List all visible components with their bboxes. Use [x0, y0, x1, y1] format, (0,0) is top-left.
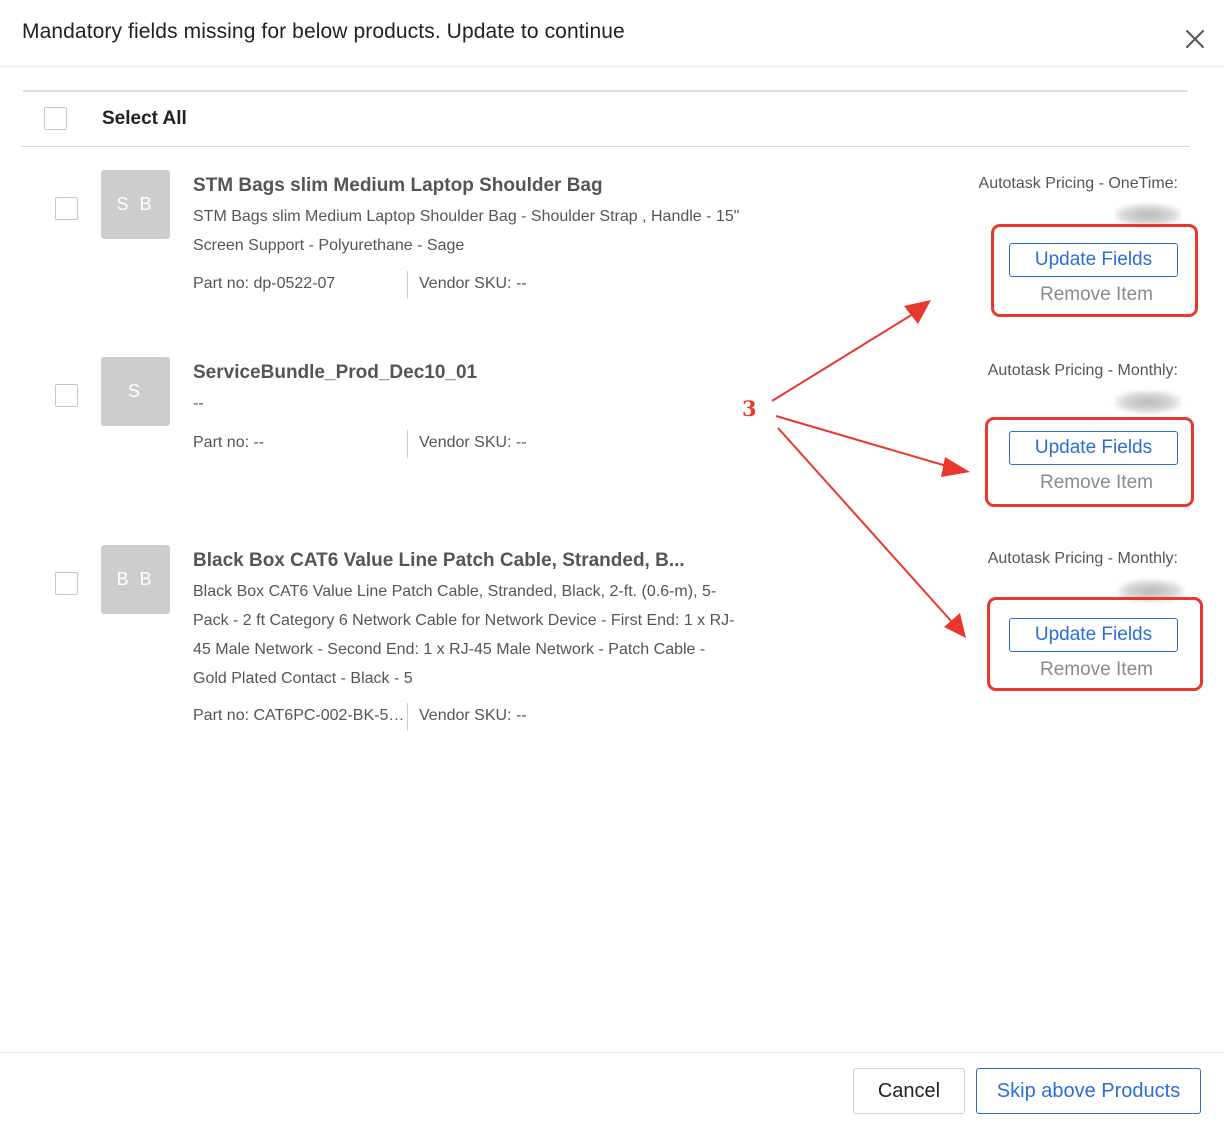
annotation-highlight-box — [985, 417, 1194, 507]
annotation-arrow — [771, 313, 914, 402]
skip-products-button[interactable]: Skip above Products — [976, 1068, 1201, 1114]
close-icon[interactable] — [1183, 27, 1207, 51]
annotation-arrow — [777, 427, 953, 623]
product-name: Black Box CAT6 Value Line Patch Cable, S… — [193, 550, 685, 571]
annotation-highlight-box — [991, 224, 1198, 317]
modal-title: Mandatory fields missing for below produ… — [22, 20, 625, 43]
pricing-label: Autotask Pricing - Monthly: — [987, 362, 1178, 379]
select-all-checkbox[interactable] — [44, 107, 67, 130]
annotation-highlight-box — [987, 597, 1203, 691]
modal-header: Mandatory fields missing for below produ… — [0, 0, 1224, 67]
select-all-label: Select All — [102, 108, 187, 129]
arrow-head — [904, 300, 931, 324]
part-number: Part no: -- — [193, 434, 265, 451]
product-avatar: S — [101, 357, 170, 426]
price-value-blurred — [1115, 391, 1181, 413]
annotation-number: 3 — [742, 396, 757, 421]
meta-divider — [407, 703, 408, 731]
cancel-button[interactable]: Cancel — [853, 1068, 965, 1114]
product-checkbox[interactable] — [55, 384, 78, 407]
pricing-label: Autotask Pricing - OneTime: — [978, 175, 1178, 192]
price-value-blurred — [1115, 204, 1181, 226]
product-name: ServiceBundle_Prod_Dec10_01 — [193, 362, 478, 383]
vendor-sku: Vendor SKU: -- — [419, 434, 527, 451]
meta-divider — [407, 430, 408, 458]
part-number: Part no: CAT6PC-002-BK-5… — [193, 707, 405, 724]
part-number: Part no: dp-0522-07 — [193, 275, 336, 292]
product-checkbox[interactable] — [55, 197, 78, 220]
arrow-head — [941, 457, 970, 477]
product-avatar: S B — [101, 170, 170, 239]
select-all-divider — [21, 146, 1190, 147]
meta-divider — [407, 271, 408, 299]
product-checkbox[interactable] — [55, 572, 78, 595]
product-name: STM Bags slim Medium Laptop Shoulder Bag — [193, 175, 603, 196]
product-avatar: B B — [101, 545, 170, 614]
vendor-sku: Vendor SKU: -- — [419, 275, 527, 292]
product-description: Black Box CAT6 Value Line Patch Cable, S… — [193, 583, 735, 687]
product-description: -- — [193, 395, 204, 412]
arrow-head — [944, 613, 966, 638]
pricing-label: Autotask Pricing - Monthly: — [987, 550, 1178, 567]
top-divider — [23, 90, 1188, 92]
annotation-arrow — [775, 415, 951, 468]
vendor-sku: Vendor SKU: -- — [419, 707, 527, 724]
product-description: STM Bags slim Medium Laptop Shoulder Bag… — [193, 208, 740, 254]
